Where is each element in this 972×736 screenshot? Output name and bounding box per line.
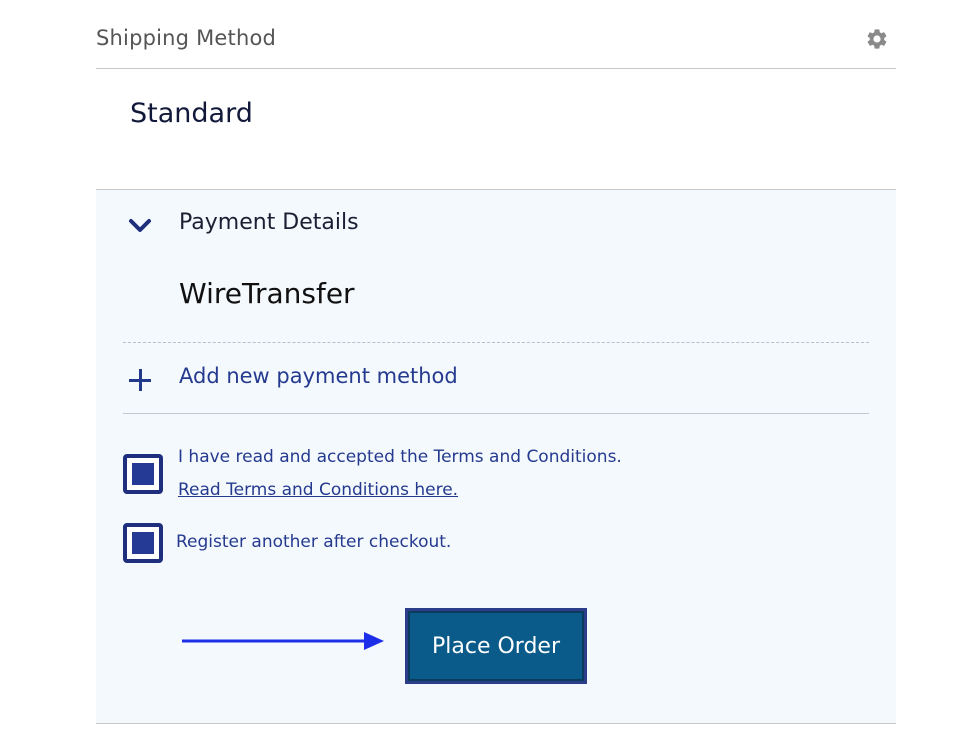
chevron-down-icon[interactable] [128,217,152,235]
terms-link[interactable]: Read Terms and Conditions here. [178,480,458,500]
payment-details-title[interactable]: Payment Details [179,210,359,235]
arrow-right-icon [182,632,384,650]
gear-icon[interactable] [865,27,889,51]
shipping-method-value: Standard [130,98,253,129]
register-label: Register another after checkout. [176,532,452,552]
checkbox-mark [132,463,154,485]
terms-checkbox[interactable] [123,454,163,494]
place-order-button[interactable]: Place Order [405,608,587,684]
register-checkbox[interactable] [123,523,163,563]
add-payment-method-label: Add new payment method [179,364,458,388]
place-order-label: Place Order [408,611,584,681]
payment-section: Payment Details WireTransfer Add new pay… [96,189,896,724]
shipping-header: Shipping Method [96,0,896,69]
plus-icon [129,369,151,391]
add-payment-method-button[interactable]: Add new payment method [123,343,869,414]
terms-label: I have read and accepted the Terms and C… [178,447,622,467]
payment-method-value: WireTransfer [179,277,355,310]
checkbox-mark [132,532,154,554]
shipping-method-title: Shipping Method [96,26,277,50]
